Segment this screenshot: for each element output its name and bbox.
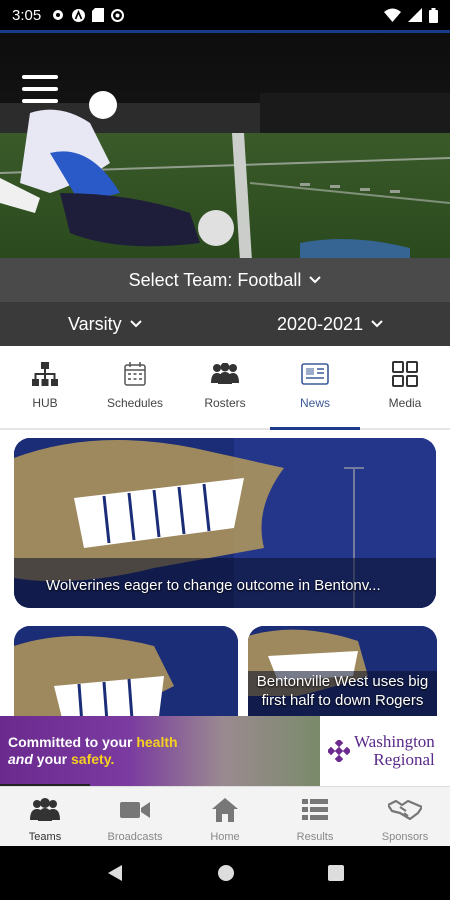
news-card[interactable]: Wolverines eager to change outcome in Be… [14, 438, 436, 608]
washington-regional-logo: Washington Regional [320, 716, 450, 786]
level-select[interactable]: Varsity [68, 314, 142, 335]
nav-sponsors[interactable]: Sponsors [360, 787, 450, 846]
ad-text: Committed to your health and your safety… [8, 734, 178, 768]
nav-home[interactable]: Home [180, 787, 270, 846]
wifi-icon [384, 8, 401, 22]
sync-icon [111, 8, 125, 22]
nav-teams[interactable]: Teams [0, 787, 90, 846]
nav-label: Home [210, 831, 240, 843]
level-select-value: Varsity [68, 313, 122, 334]
nav-results[interactable]: Results [270, 787, 360, 846]
ad-text-part: and [8, 751, 33, 767]
tab-label: Rosters [204, 396, 246, 410]
tab-rosters[interactable]: Rosters [180, 346, 270, 428]
nav-label: Sponsors [381, 831, 429, 843]
ad-text-highlight: health [136, 734, 178, 750]
tab-media[interactable]: Media [360, 346, 450, 428]
sd-card-icon [92, 8, 105, 22]
news-feed: Wolverines eager to change outcome in Be… [0, 430, 450, 716]
back-icon[interactable] [106, 864, 124, 882]
cross-logo-icon [328, 740, 350, 762]
football-hero-image [0, 33, 450, 258]
nav-label: Teams [28, 831, 62, 843]
app-a-icon [72, 8, 86, 22]
ad-text-part: Committed to your [8, 734, 137, 750]
status-bar: 3:05 [0, 0, 450, 30]
tab-label: Media [388, 396, 422, 410]
ad-brand-line: Regional [373, 750, 435, 769]
battery-icon [429, 7, 438, 23]
gear-icon [53, 10, 64, 20]
recents-icon[interactable] [327, 865, 344, 881]
system-nav-bar [0, 846, 450, 900]
news-card[interactable]: Bentonville West uses big first half to … [248, 626, 437, 716]
home-icon [212, 798, 238, 822]
news-headline: Wolverines eager to change outcome in Be… [46, 577, 381, 594]
chevron-down-icon [129, 320, 142, 328]
news-card[interactable] [14, 626, 238, 716]
video-camera-icon [120, 802, 150, 818]
team-selector-label: Select Team: [128, 269, 233, 290]
signal-icon [408, 8, 422, 22]
people-icon [211, 363, 239, 384]
tab-label: HUB [32, 396, 58, 410]
nav-broadcasts[interactable]: Broadcasts [90, 787, 180, 846]
season-select[interactable]: 2020-2021 [277, 314, 383, 335]
season-select-value: 2020-2021 [277, 313, 364, 334]
hamburger-menu-icon[interactable] [22, 75, 58, 105]
grid-icon [392, 361, 418, 387]
team-selector[interactable]: Select Team: Football [0, 258, 450, 302]
nav-label: Results [296, 831, 334, 843]
tab-label: News [299, 396, 330, 410]
tab-hub[interactable]: HUB [0, 346, 90, 428]
tab-news[interactable]: News [270, 346, 360, 430]
hero-banner [0, 30, 450, 258]
filter-bar: Varsity 2020-2021 [0, 302, 450, 346]
calendar-icon [124, 362, 146, 386]
status-time: 3:05 [12, 6, 42, 24]
ad-text-part: your [32, 751, 72, 767]
sponsor-ad-banner[interactable]: Committed to your health and your safety… [0, 716, 450, 786]
news-headline: Bentonville West uses big first half to … [256, 673, 429, 709]
ad-text-highlight: safety. [71, 751, 115, 767]
tab-label: Schedules [106, 396, 164, 410]
wolverine-logo-image [14, 626, 238, 716]
home-circle-icon[interactable] [217, 864, 235, 882]
nav-label: Broadcasts [107, 831, 163, 843]
list-icon [302, 799, 328, 820]
ad-brand-line: Washington [354, 732, 435, 751]
bottom-nav: Teams Broadcasts Home Results Sponsors [0, 786, 450, 846]
newspaper-icon [301, 363, 329, 385]
tab-schedules[interactable]: Schedules [90, 346, 180, 428]
section-tabs: HUB Schedules Rosters News Media [0, 346, 450, 430]
hierarchy-icon [32, 362, 58, 386]
handshake-icon [388, 799, 422, 821]
team-icon [30, 798, 60, 821]
chevron-down-icon [309, 276, 322, 284]
team-selector-value: Football [237, 269, 302, 290]
chevron-down-icon [371, 320, 383, 328]
